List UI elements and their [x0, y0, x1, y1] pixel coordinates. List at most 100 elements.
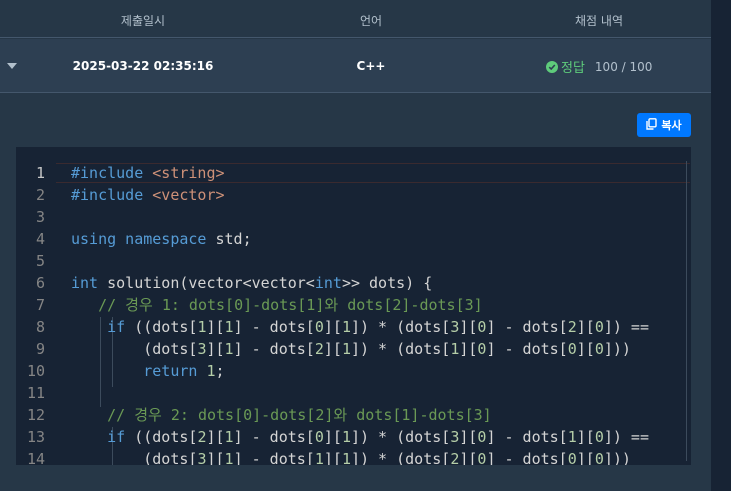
line-number: 11 [26, 384, 45, 402]
line-number: 14 [26, 450, 45, 465]
code-token: ][ [459, 318, 478, 336]
code-line: 14 (dots[3][1] - dots[1][1]) * (dots[2][… [16, 448, 691, 465]
code-token: ] - dots[ [486, 450, 568, 465]
submission-row[interactable]: 2025-03-22 02:35:16 C++ 정답 100 / 100 [0, 39, 711, 93]
code-token: 0 [314, 428, 324, 446]
submission-result: 정답 100 / 100 [546, 57, 652, 76]
code-token: ][ [323, 450, 342, 465]
code-line: 4 using namespace std; [16, 228, 691, 250]
code-token: (dots[ [71, 450, 198, 465]
code-text: // 경우 2: dots[0]-dots[2]와 dots[1]-dots[3… [71, 404, 492, 426]
submission-table-header: 제출일시 언어 채점 내역 [0, 0, 711, 38]
code-lines: 1 #include <string> 2 #include <vector> 3 4 us… [16, 162, 691, 465]
code-line: 13 if ((dots[2][1] - dots[0][1]) * (dots… [16, 426, 691, 448]
line-number: 13 [26, 428, 45, 446]
code-token: 1 [450, 340, 460, 358]
code-token: ][ [459, 450, 478, 465]
header-result: 채점 내역 [575, 14, 623, 28]
code-token: 0 [594, 340, 604, 358]
code-token: ]) == [603, 428, 649, 446]
code-token: ][ [576, 450, 595, 465]
line-number: 7 [35, 296, 45, 314]
code-line: 12 // 경우 2: dots[0]-dots[2]와 dots[1]-dot… [16, 404, 691, 426]
code-token: if [107, 428, 135, 446]
code-token: ] - dots[ [233, 318, 315, 336]
code-token: 0 [594, 428, 604, 446]
code-token: ][ [576, 340, 595, 358]
code-text: #include <string> [71, 162, 225, 184]
code-token: ])) [603, 450, 631, 465]
code-token: 1 [206, 362, 216, 380]
code-token: 0 [314, 318, 324, 336]
code-line: 2 #include <vector> [16, 184, 691, 206]
copy-icon [646, 117, 658, 133]
code-text: int solution(vector<vector<int>> dots) { [71, 272, 432, 294]
code-token: // 경우 2: dots[0]-dots[2]와 dots[1]-dots[3… [107, 406, 492, 424]
code-line: 9 (dots[3][1] - dots[2][1]) * (dots[1][0… [16, 338, 691, 360]
code-token: 3 [450, 318, 460, 336]
code-token: 1 [567, 428, 577, 446]
code-token: return [143, 362, 207, 380]
code-token: #include [71, 164, 153, 182]
code-token: 0 [594, 450, 604, 465]
line-number: 1 [35, 164, 45, 182]
code-token: ]) * (dots[ [350, 450, 451, 465]
code-line: 1 #include <string> [16, 162, 691, 184]
code-token: ((dots[ [134, 318, 198, 336]
code-token: 1 [341, 318, 351, 336]
code-text: // 경우 1: dots[0]-dots[1]와 dots[2]-dots[3… [71, 294, 483, 316]
code-token: ]) * (dots[ [350, 428, 451, 446]
code-token: 0 [567, 340, 577, 358]
result-label: 정답 [561, 61, 585, 76]
line-number: 3 [35, 208, 45, 226]
line-number: 5 [35, 252, 45, 270]
code-token: 0 [567, 450, 577, 465]
code-token: int [71, 274, 108, 292]
code-text: using namespace std; [71, 228, 252, 250]
submission-datetime: 2025-03-22 02:35:16 [72, 59, 214, 73]
code-token: ] - dots[ [486, 340, 568, 358]
header-datetime: 제출일시 [120, 14, 166, 28]
code-token: 2 [314, 340, 324, 358]
code-token: ((dots[ [134, 428, 198, 446]
code-token: std; [215, 230, 252, 248]
code-token: ][ [206, 450, 225, 465]
code-token: ][ [206, 318, 225, 336]
code-line: 8 if ((dots[1][1] - dots[0][1]) * (dots[… [16, 316, 691, 338]
code-token: ] - dots[ [233, 340, 315, 358]
code-token: 1 [341, 340, 351, 358]
line-number: 10 [26, 362, 45, 380]
code-token: <vector> [152, 186, 225, 204]
code-token: 1 [314, 450, 324, 465]
caret-down-icon[interactable] [7, 63, 17, 69]
code-text: if ((dots[2][1] - dots[0][1]) * (dots[3]… [71, 426, 649, 448]
code-editor[interactable]: 1 #include <string> 2 #include <vector> 3 4 us… [16, 147, 691, 465]
code-token: ] - dots[ [233, 450, 315, 465]
code-token: 1 [224, 428, 234, 446]
line-number: 4 [35, 230, 45, 248]
code-text: #include <vector> [71, 184, 225, 206]
code-token: 1 [341, 428, 351, 446]
code-token: ][ [323, 318, 342, 336]
code-line: 10 return 1; [16, 360, 691, 382]
code-token: 3 [450, 428, 460, 446]
code-line: 5 [16, 250, 691, 272]
header-language: 언어 [359, 14, 383, 28]
code-token: ][ [459, 428, 478, 446]
line-number: 9 [35, 340, 45, 358]
code-token: ] - dots[ [486, 318, 568, 336]
code-token: int [314, 274, 342, 292]
code-token: if [107, 318, 135, 336]
copy-button[interactable]: 복사 [637, 113, 691, 137]
code-token: 1 [341, 450, 351, 465]
code-token: solution(vector<vector< [107, 274, 315, 292]
code-token: ])) [603, 340, 631, 358]
code-token: <string> [152, 164, 225, 182]
code-token: ][ [206, 428, 225, 446]
copy-button-label: 복사 [661, 119, 682, 132]
code-text: (dots[3][1] - dots[2][1]) * (dots[1][0] … [71, 338, 631, 360]
page-edge-panel [711, 0, 731, 491]
